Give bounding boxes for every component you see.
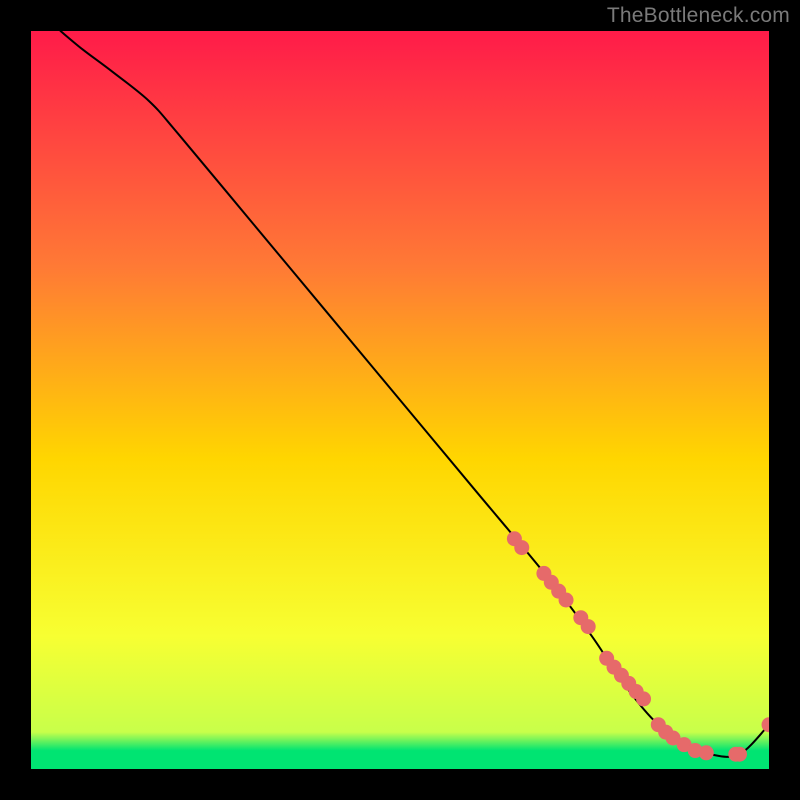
marker-dot (732, 747, 747, 762)
marker-dot (699, 745, 714, 760)
bottleneck-chart (0, 0, 800, 800)
marker-dot (636, 691, 651, 706)
marker-dot (514, 540, 529, 555)
chart-container: TheBottleneck.com (0, 0, 800, 800)
marker-dot (581, 619, 596, 634)
marker-dot (559, 592, 574, 607)
marker-dot (762, 717, 777, 732)
